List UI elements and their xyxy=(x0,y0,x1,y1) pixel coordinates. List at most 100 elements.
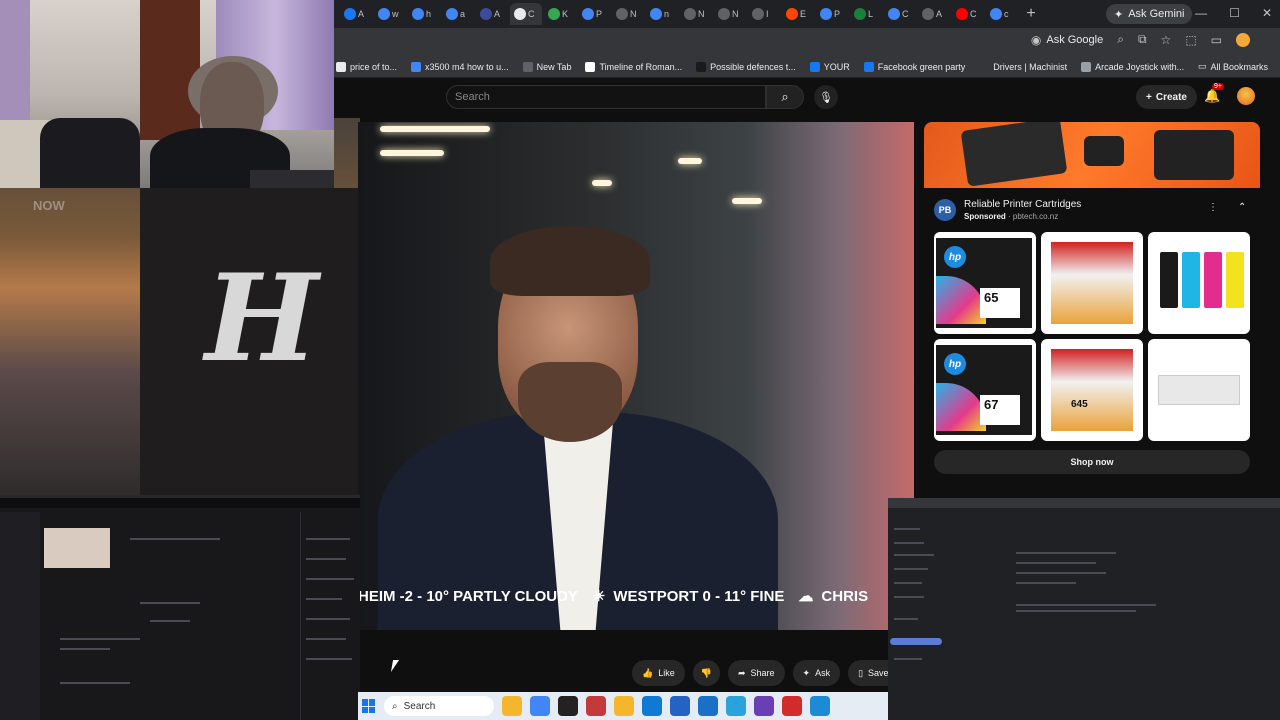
taskbar-search-label: Search xyxy=(403,700,436,712)
browser-tab[interactable]: L xyxy=(850,3,882,25)
share-button[interactable]: ➦ Share xyxy=(727,660,785,686)
browser-tab[interactable]: I xyxy=(748,3,780,25)
ask-google-button[interactable]: ◉ Ask Google xyxy=(1031,33,1103,47)
dislike-button[interactable]: 👎 xyxy=(692,660,720,686)
collapse-chevron-icon[interactable]: ⌃ xyxy=(1238,202,1246,213)
plus-icon: + xyxy=(1146,91,1152,103)
browser-tab[interactable]: A xyxy=(340,3,372,25)
mini-sidebar xyxy=(0,512,40,720)
telegram-icon[interactable] xyxy=(726,696,746,716)
x-icon xyxy=(718,8,730,20)
more-options-icon[interactable]: ⋮ xyxy=(1208,202,1218,213)
browser-tab[interactable]: A xyxy=(918,3,950,25)
like-button[interactable]: 👍 Like xyxy=(632,660,685,686)
chair xyxy=(40,118,140,188)
product-card[interactable]: hp 65 xyxy=(934,232,1036,334)
file-explorer-icon[interactable] xyxy=(502,696,522,716)
start-button[interactable] xyxy=(362,699,376,713)
bookmark-item[interactable]: Arcade Joystick with... xyxy=(1081,61,1184,72)
browser-tab[interactable]: N xyxy=(714,3,746,25)
bookmark-item[interactable]: Possible defences t... xyxy=(696,61,796,72)
account-avatar[interactable] xyxy=(1237,87,1255,105)
browser-tab[interactable]: E xyxy=(782,3,814,25)
shop-now-button[interactable]: Shop now xyxy=(934,450,1250,474)
google-icon xyxy=(412,8,424,20)
browser-tab[interactable]: P xyxy=(816,3,848,25)
ad-title[interactable]: Reliable Printer Cartridges xyxy=(964,199,1081,210)
notifications-button[interactable]: 🔔 9+ xyxy=(1204,83,1224,104)
folder-icon[interactable] xyxy=(614,696,634,716)
video-player[interactable] xyxy=(358,122,914,630)
browser-tab[interactable]: N xyxy=(612,3,644,25)
ask-gemini-button[interactable]: ✦ Ask Gemini xyxy=(1106,4,1193,24)
voice-search-button[interactable]: 🎙 xyxy=(814,85,838,109)
bookmark-item[interactable]: x3500 m4 how to u... xyxy=(411,61,509,72)
bookmark-item[interactable]: New Tab xyxy=(522,61,571,72)
mini-text-line xyxy=(306,638,346,640)
browser-tab[interactable]: h xyxy=(408,3,440,25)
notification-badge: 9+ xyxy=(1212,83,1224,90)
all-bookmarks-button[interactable]: ▭ All Bookmarks xyxy=(1198,61,1268,72)
profile-avatar[interactable] xyxy=(1236,32,1250,47)
mini-text-line xyxy=(306,658,352,660)
search-input[interactable]: Search xyxy=(446,85,766,109)
product-card[interactable] xyxy=(1041,232,1143,334)
taskbar-search[interactable]: ⌕ Search xyxy=(384,696,494,716)
app-icon xyxy=(480,8,492,20)
browser-tab[interactable]: w xyxy=(374,3,406,25)
now-text: NOW xyxy=(33,198,65,213)
ad-banner-image[interactable] xyxy=(924,122,1260,188)
advertiser-logo[interactable]: PB xyxy=(934,199,956,221)
bookmark-item[interactable]: YOUR xyxy=(809,61,850,72)
chrome-icon[interactable] xyxy=(530,696,550,716)
browser-tab[interactable]: C xyxy=(510,3,542,25)
browser-tab[interactable]: c xyxy=(986,3,1018,25)
browser-tab[interactable]: A xyxy=(476,3,508,25)
zoom-icon[interactable]: ⌕ xyxy=(1117,32,1124,47)
app-icon[interactable] xyxy=(782,696,802,716)
bookmark-item[interactable]: Facebook green party xyxy=(863,61,965,72)
search-button[interactable]: ⌕ xyxy=(766,85,804,109)
browser-tab[interactable]: C xyxy=(952,3,984,25)
product-card[interactable]: hp 67 xyxy=(934,339,1036,441)
tab-title: A xyxy=(936,9,943,19)
browser-tab[interactable]: a xyxy=(442,3,474,25)
app-icon[interactable] xyxy=(586,696,606,716)
extensions-icon[interactable]: ⬚ xyxy=(1185,33,1196,47)
video-actions: 👍 Like 👎 ➦ Share ✦ Ask ▯ Save xyxy=(632,660,899,686)
product-card[interactable] xyxy=(1148,232,1250,334)
canon-pack-image xyxy=(1051,242,1133,324)
minimize-icon[interactable]: — xyxy=(1195,6,1207,20)
browser-tab[interactable]: P xyxy=(578,3,610,25)
bookmark-item[interactable]: price of to... xyxy=(336,61,397,72)
bookmark-item[interactable]: Drivers | Machinist xyxy=(979,61,1067,72)
close-icon[interactable]: ✕ xyxy=(1262,6,1272,20)
product-card[interactable] xyxy=(1148,339,1250,441)
app-icon[interactable] xyxy=(754,696,774,716)
bookmark-star-icon[interactable]: ☆ xyxy=(1161,33,1172,47)
ask-button[interactable]: ✦ Ask xyxy=(792,660,841,686)
product-card[interactable]: 645 xyxy=(1041,339,1143,441)
side-panel-icon[interactable]: ▭ xyxy=(1211,33,1222,47)
tab-title: P xyxy=(596,9,603,19)
edge-icon[interactable] xyxy=(642,696,662,716)
browser-tab[interactable]: C xyxy=(884,3,916,25)
browser-tab[interactable]: K xyxy=(544,3,576,25)
tab-title: N xyxy=(732,9,739,19)
app-icon[interactable] xyxy=(558,696,578,716)
app-icon[interactable] xyxy=(810,696,830,716)
mini-text-line xyxy=(306,618,350,620)
maximize-icon[interactable]: ☐ xyxy=(1229,6,1240,20)
new-tab-button[interactable]: + xyxy=(1020,5,1042,23)
install-icon[interactable]: ⧉ xyxy=(1138,32,1147,47)
bookmark-item[interactable]: Timeline of Roman... xyxy=(585,61,682,72)
ink-bottle-image xyxy=(1204,252,1222,308)
browser-tab[interactable]: n xyxy=(646,3,678,25)
tab-title: N xyxy=(698,9,705,19)
browser-tab[interactable]: N xyxy=(680,3,712,25)
mini-text-line xyxy=(894,596,924,598)
google-icon xyxy=(650,8,662,20)
store-icon[interactable] xyxy=(670,696,690,716)
create-button[interactable]: + Create xyxy=(1136,85,1197,109)
outlook-icon[interactable] xyxy=(698,696,718,716)
